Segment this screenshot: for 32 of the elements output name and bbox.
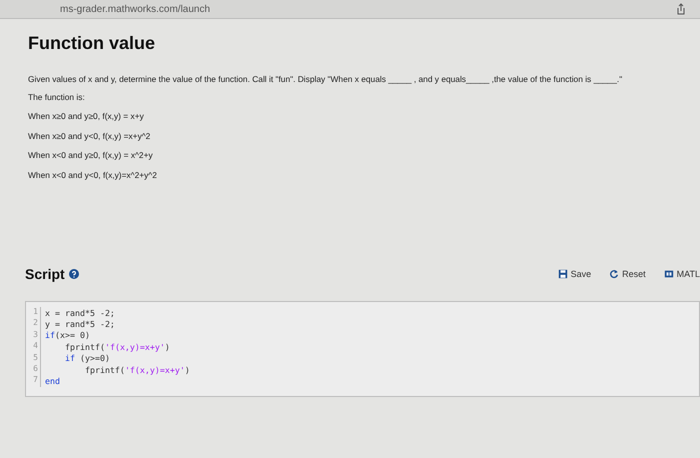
grid-icon (664, 269, 674, 279)
code-editor[interactable]: 1 x = rand*5 -2; 2 y = rand*5 -2; 3 if(x>= 0) 4 fprintf('f(x,y)=x+y') 5 if (y>=0) 6 fprintf('f(x,y)=x+y') 7 end (25, 301, 700, 397)
line-number: 7 (28, 375, 41, 387)
line-number: 4 (28, 341, 41, 353)
save-icon (558, 269, 568, 279)
code-line: end (45, 376, 60, 386)
refresh-icon (609, 269, 620, 279)
code-line: if(x>= 0) (45, 330, 90, 340)
problem-title: Function value (28, 33, 156, 54)
script-title: Script (25, 266, 65, 282)
function-intro: The function is: (28, 92, 86, 102)
function-case: When x<0 and y≥0, f(x,y) = x^2+y (28, 150, 154, 160)
help-icon[interactable] (68, 269, 79, 279)
line-number: 2 (28, 318, 41, 330)
line-number: 5 (28, 352, 41, 364)
function-case: When x<0 and y<0, f(x,y)=x^2+y^2 (28, 170, 158, 180)
code-line: x = rand*5 -2; (45, 308, 115, 318)
code-line: fprintf('f(x,y)=x+y') (84, 364, 190, 375)
share-icon[interactable] (676, 3, 686, 15)
line-number: 6 (28, 364, 41, 376)
save-button[interactable]: Save (558, 267, 592, 281)
url-text[interactable]: ms-grader.mathworks.com/launch (60, 4, 210, 14)
problem-description: Given values of x and y, determine the value of the function. Call it "fun". Display "When x equals _____ , and y equals_____ ,the value of the function is _____." (28, 74, 624, 84)
function-case: When x≥0 and y<0, f(x,y) =x+y^2 (28, 130, 152, 140)
line-number: 3 (28, 330, 41, 342)
code-line: if (y>=0) (64, 353, 110, 364)
code-line: fprintf('f(x,y)=x+y') (64, 342, 170, 352)
function-case: When x≥0 and y≥0, f(x,y) = x+y (28, 111, 145, 121)
matlab-button[interactable]: MATL (664, 267, 700, 281)
code-line: y = rand*5 -2; (45, 319, 115, 330)
line-number: 1 (28, 307, 41, 318)
reset-button[interactable]: Reset (609, 267, 646, 281)
